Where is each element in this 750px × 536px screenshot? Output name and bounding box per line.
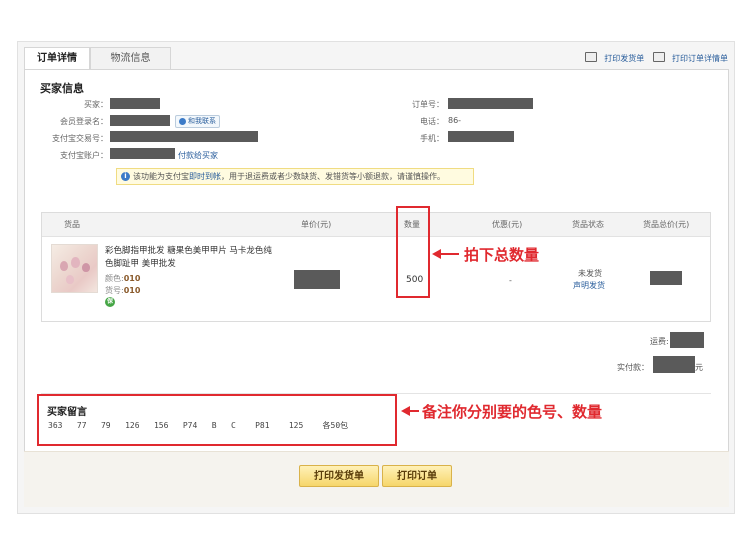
alipay-account-label: 支付宝账户： bbox=[60, 151, 108, 160]
total-price-redacted bbox=[650, 271, 682, 285]
goods-table-header: 货品 单价(元) 数量 优惠(元) 货品状态 货品总价(元) bbox=[42, 213, 710, 237]
refund-notice: i 该功能为支付宝即时到帐，用于退运费或者少数缺货、发错货等小额退款，请谨慎操作… bbox=[116, 168, 474, 185]
info-icon: i bbox=[121, 172, 130, 181]
alipay-trade-redacted bbox=[110, 131, 258, 142]
paid-label: 实付款： bbox=[617, 363, 649, 372]
mobile-redacted bbox=[448, 131, 514, 142]
notice-prefix: 该功能为支付宝 bbox=[133, 172, 189, 181]
remark-arrow-line bbox=[409, 410, 419, 412]
goods-status: 未发货 bbox=[578, 269, 602, 278]
phone-value: 86- bbox=[448, 116, 462, 125]
header-unit-price: 单价(元) bbox=[301, 220, 332, 229]
declare-shipment-link[interactable]: 声明发货 bbox=[573, 280, 605, 291]
item-no-label: 货号: bbox=[105, 286, 124, 295]
print-shipping-button[interactable]: 打印发货单 bbox=[299, 465, 379, 487]
contact-me-button[interactable]: 和我联系 bbox=[175, 115, 220, 128]
freight-label: 运费: bbox=[650, 337, 669, 346]
quantity-annotation: 拍下总数量 bbox=[464, 246, 540, 264]
print-order-button[interactable]: 打印订单 bbox=[382, 465, 452, 487]
print-order-link[interactable]: 打印订单详情单 bbox=[672, 54, 728, 63]
product-color: 颜色:010 bbox=[105, 273, 140, 284]
buyer-label: 买家： bbox=[84, 100, 108, 109]
color-label: 颜色: bbox=[105, 274, 124, 283]
notice-highlight: 即时到帐 bbox=[189, 172, 221, 181]
product-item-no: 货号:010 bbox=[105, 285, 140, 296]
paid-unit: 元 bbox=[695, 363, 703, 372]
product-thumbnail[interactable] bbox=[51, 244, 98, 293]
login-name-label: 会员登录名： bbox=[60, 117, 108, 126]
printer-icon bbox=[585, 52, 598, 62]
order-no-label: 订单号： bbox=[412, 100, 444, 109]
quantity-arrow-line bbox=[440, 253, 459, 255]
alipay-account-redacted bbox=[110, 148, 175, 159]
mobile-label: 手机： bbox=[420, 134, 444, 143]
unit-price-redacted bbox=[294, 270, 340, 289]
notice-suffix: ，用于退运费或者少数缺货、发错货等小额退款，请谨慎操作。 bbox=[221, 172, 445, 181]
product-title[interactable]: 彩色脚指甲批发 糖果色美甲甲片 马卡龙色纯色脚趾甲 美甲批发 bbox=[105, 245, 275, 271]
tab-logistics[interactable]: 物流信息 bbox=[90, 47, 171, 69]
order-no-redacted bbox=[448, 98, 533, 109]
header-goods: 货品 bbox=[64, 220, 80, 229]
printer-icon bbox=[653, 52, 666, 62]
buyer-remark-text: 363 77 79 126 156 P74 B C P81 125 各50包 bbox=[48, 421, 349, 430]
color-value: 010 bbox=[123, 274, 141, 283]
contact-button-label: 和我联系 bbox=[188, 117, 216, 125]
header-total: 货品总价(元) bbox=[643, 220, 690, 229]
remark-annotation: 备注你分别要的色号、数量 bbox=[422, 403, 603, 421]
header-status: 货品状态 bbox=[572, 220, 604, 229]
login-name-redacted bbox=[110, 115, 170, 126]
header-discount: 优惠(元) bbox=[492, 220, 523, 229]
buyer-name-redacted bbox=[110, 98, 160, 109]
quantity-highlight-box bbox=[396, 206, 430, 298]
alipay-trade-label: 支付宝交易号： bbox=[52, 134, 108, 143]
print-shipping-link[interactable]: 打印发货单 bbox=[604, 54, 644, 63]
goods-table: 货品 单价(元) 数量 优惠(元) 货品状态 货品总价(元) 彩色脚指甲批发 糖… bbox=[41, 212, 711, 322]
pay-buyer-link[interactable]: 付款给买家 bbox=[178, 150, 218, 161]
buyer-info-title: 买家信息 bbox=[40, 82, 84, 95]
phone-label: 电话： bbox=[420, 117, 444, 126]
print-links: 打印发货单 打印订单详情单 bbox=[581, 51, 728, 64]
guarantee-badge-icon: 保 bbox=[105, 297, 115, 307]
tab-order-detail[interactable]: 订单详情 bbox=[24, 47, 90, 70]
item-no-value: 010 bbox=[123, 286, 141, 295]
discount-value: - bbox=[509, 276, 512, 285]
paid-redacted bbox=[653, 356, 695, 373]
chat-icon bbox=[179, 117, 186, 125]
buyer-remark-title: 买家留言 bbox=[47, 407, 87, 418]
freight-redacted bbox=[670, 332, 704, 348]
